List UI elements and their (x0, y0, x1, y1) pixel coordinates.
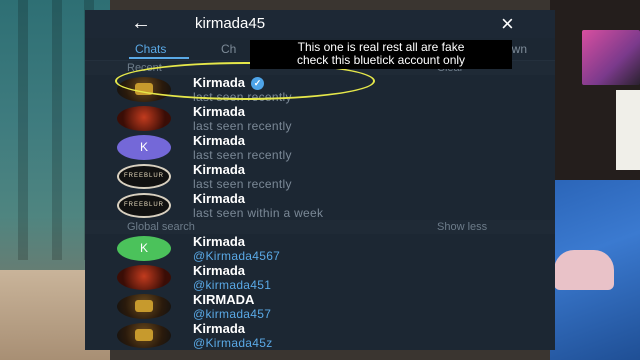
avatar (117, 323, 171, 348)
list-item[interactable]: FREEBLUR Kirmada last seen recently (85, 162, 555, 191)
username: @Kirmada45z (193, 336, 273, 350)
avatar: FREEBLUR (117, 164, 171, 189)
search-header: ← kirmada45 × (85, 10, 555, 38)
arrow-left-icon[interactable]: ← (131, 12, 151, 35)
show-less-button[interactable]: Show less (437, 221, 487, 233)
chat-name: Kirmada (193, 133, 246, 148)
last-seen-status: last seen within a week (193, 206, 324, 220)
list-item[interactable]: Kirmada @kirmada451 (85, 263, 555, 292)
last-seen-status: last seen recently (193, 148, 292, 162)
list-item[interactable]: K Kirmada last seen recently (85, 133, 555, 162)
chat-name: Kirmada (193, 234, 246, 249)
background-shelf (582, 30, 640, 85)
chat-name: Kirmada (193, 191, 246, 206)
tab-chats[interactable]: Chats (135, 42, 166, 56)
avatar: K (117, 135, 171, 160)
global-search-label: Global search (127, 221, 195, 233)
global-search-header: Global search Show less (85, 220, 555, 234)
username: @Kirmada4567 (193, 249, 281, 263)
list-item[interactable]: Kirmada last seen recently (85, 104, 555, 133)
list-item[interactable]: K Kirmada @Kirmada4567 (85, 234, 555, 263)
avatar: FREEBLUR (117, 193, 171, 218)
chat-name: Kirmada (193, 162, 246, 177)
curtain-fold (52, 0, 62, 260)
avatar (117, 265, 171, 290)
search-input[interactable]: kirmada45 (195, 15, 265, 32)
chat-name: Kirmada (193, 104, 246, 119)
avatar (117, 294, 171, 319)
list-item[interactable]: KIRMADA @kirmada457 (85, 292, 555, 321)
active-tab-indicator (129, 57, 189, 59)
background-room (550, 0, 640, 360)
last-seen-status: last seen recently (193, 177, 292, 191)
avatar (117, 106, 171, 131)
last-seen-status: last seen recently (193, 119, 292, 133)
tab-channels[interactable]: Ch (221, 42, 236, 56)
avatar: K (117, 236, 171, 261)
background-wall (616, 90, 640, 170)
list-item[interactable]: Kirmada @Kirmada45z (85, 321, 555, 350)
annotation-line-2: check this bluetick account only (296, 53, 466, 67)
close-icon[interactable]: × (501, 11, 514, 37)
list-item[interactable]: FREEBLUR Kirmada last seen within a week (85, 191, 555, 220)
username: @kirmada457 (193, 307, 272, 321)
background-pillow (554, 250, 614, 290)
chat-name: KIRMADA (193, 292, 255, 307)
annotation-caption: This one is real rest all are fake check… (250, 40, 512, 69)
chat-name: Kirmada (193, 263, 246, 278)
username: @kirmada451 (193, 278, 272, 292)
chat-name: Kirmada (193, 321, 246, 336)
curtain-fold (18, 0, 28, 260)
